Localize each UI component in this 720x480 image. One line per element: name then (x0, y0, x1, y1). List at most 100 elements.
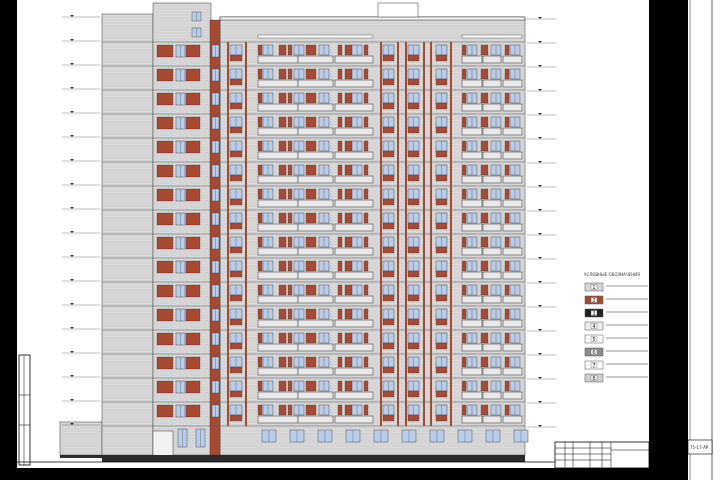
brick-panel (407, 390, 420, 398)
brick-panel (407, 294, 420, 302)
brick-panel (344, 308, 353, 320)
balcony-rail (297, 223, 334, 232)
balcony-rail (334, 391, 374, 400)
brick-panel (504, 404, 510, 416)
brick-panel (156, 404, 174, 418)
brick-panel (461, 404, 467, 416)
balcony-rail (502, 319, 523, 328)
balcony-rail (334, 319, 374, 328)
balcony-rail (257, 247, 299, 256)
brick-panel (287, 404, 293, 416)
brick-panel (382, 390, 395, 398)
brick-panel (185, 68, 201, 82)
roof-rail (257, 34, 374, 39)
balcony-rail (502, 343, 523, 352)
brick-panel (305, 260, 317, 272)
brick-panel (229, 342, 243, 350)
brick-panel (363, 164, 369, 176)
brick-panel (287, 236, 293, 248)
balcony-rail (297, 79, 334, 88)
balcony-rail (461, 391, 483, 400)
brick-panel (435, 342, 448, 350)
balcony-rail (257, 271, 299, 280)
brick-panel (382, 318, 395, 326)
brick-panel (257, 116, 263, 128)
brick-panel (407, 414, 420, 422)
brick-panel (407, 342, 420, 350)
brick-panel (435, 126, 448, 134)
brick-panel (344, 332, 353, 344)
brick-panel (461, 140, 467, 152)
balcony-rail (334, 79, 374, 88)
balcony-rail (461, 175, 483, 184)
brick-panel (305, 332, 317, 344)
brick-panel (480, 260, 489, 272)
brick-panel (382, 102, 395, 110)
balcony-rail (334, 271, 374, 280)
brick-panel (305, 212, 317, 224)
balcony-rail (502, 55, 523, 64)
brick-panel (435, 102, 448, 110)
brick-panel (435, 222, 448, 230)
brick-panel (185, 332, 201, 346)
brick-panel (382, 54, 395, 62)
brick-panel (257, 356, 263, 368)
brick-panel (257, 332, 263, 344)
brick-panel (156, 92, 174, 106)
balcony-rail (297, 199, 334, 208)
balcony-rail (482, 199, 502, 208)
brick-panel (185, 140, 201, 154)
brick-panel (344, 380, 353, 392)
brick-panel (504, 116, 510, 128)
balcony-rail (461, 415, 483, 424)
brick-panel (156, 356, 174, 370)
brick-panel (156, 68, 174, 82)
brick-panel (156, 260, 174, 274)
brick-panel (480, 164, 489, 176)
balcony-rail (482, 247, 502, 256)
brick-panel (278, 92, 287, 104)
balcony-rail (482, 391, 502, 400)
brick-panel (363, 332, 369, 344)
brick-panel (435, 414, 448, 422)
balcony-rail (297, 247, 334, 256)
brick-panel (185, 212, 201, 226)
brick-panel (461, 380, 467, 392)
brick-panel (480, 68, 489, 80)
brick-panel (337, 260, 343, 272)
brick-panel (344, 236, 353, 248)
brick-panel (185, 116, 201, 130)
brick-panel (480, 188, 489, 200)
brick-panel (344, 140, 353, 152)
legend-number: 4 (592, 324, 595, 330)
brick-panel (363, 308, 369, 320)
brick-panel (257, 404, 263, 416)
balcony-rail (502, 199, 523, 208)
brick-panel (435, 198, 448, 206)
balcony-rail (482, 295, 502, 304)
brick-panel (480, 356, 489, 368)
brick-panel (257, 212, 263, 224)
balcony-rail (502, 367, 523, 376)
brick-panel (229, 198, 243, 206)
brick-panel (363, 92, 369, 104)
brick-panel (305, 140, 317, 152)
balcony-rail (297, 415, 334, 424)
brick-panel (156, 164, 174, 178)
balcony-rail (297, 151, 334, 160)
brick-panel (435, 54, 448, 62)
balcony-rail (297, 367, 334, 376)
balcony-rail (502, 175, 523, 184)
roof-structure (377, 2, 419, 18)
legend-number: 7 (592, 363, 595, 369)
brick-panel (156, 308, 174, 322)
brick-panel (504, 236, 510, 248)
balcony-rail (502, 103, 523, 112)
brick-panel (461, 332, 467, 344)
brick-panel (229, 78, 243, 86)
balcony-rail (257, 103, 299, 112)
balcony-rail (502, 415, 523, 424)
balcony-rail (334, 247, 374, 256)
brick-panel (435, 78, 448, 86)
brick-panel (278, 116, 287, 128)
